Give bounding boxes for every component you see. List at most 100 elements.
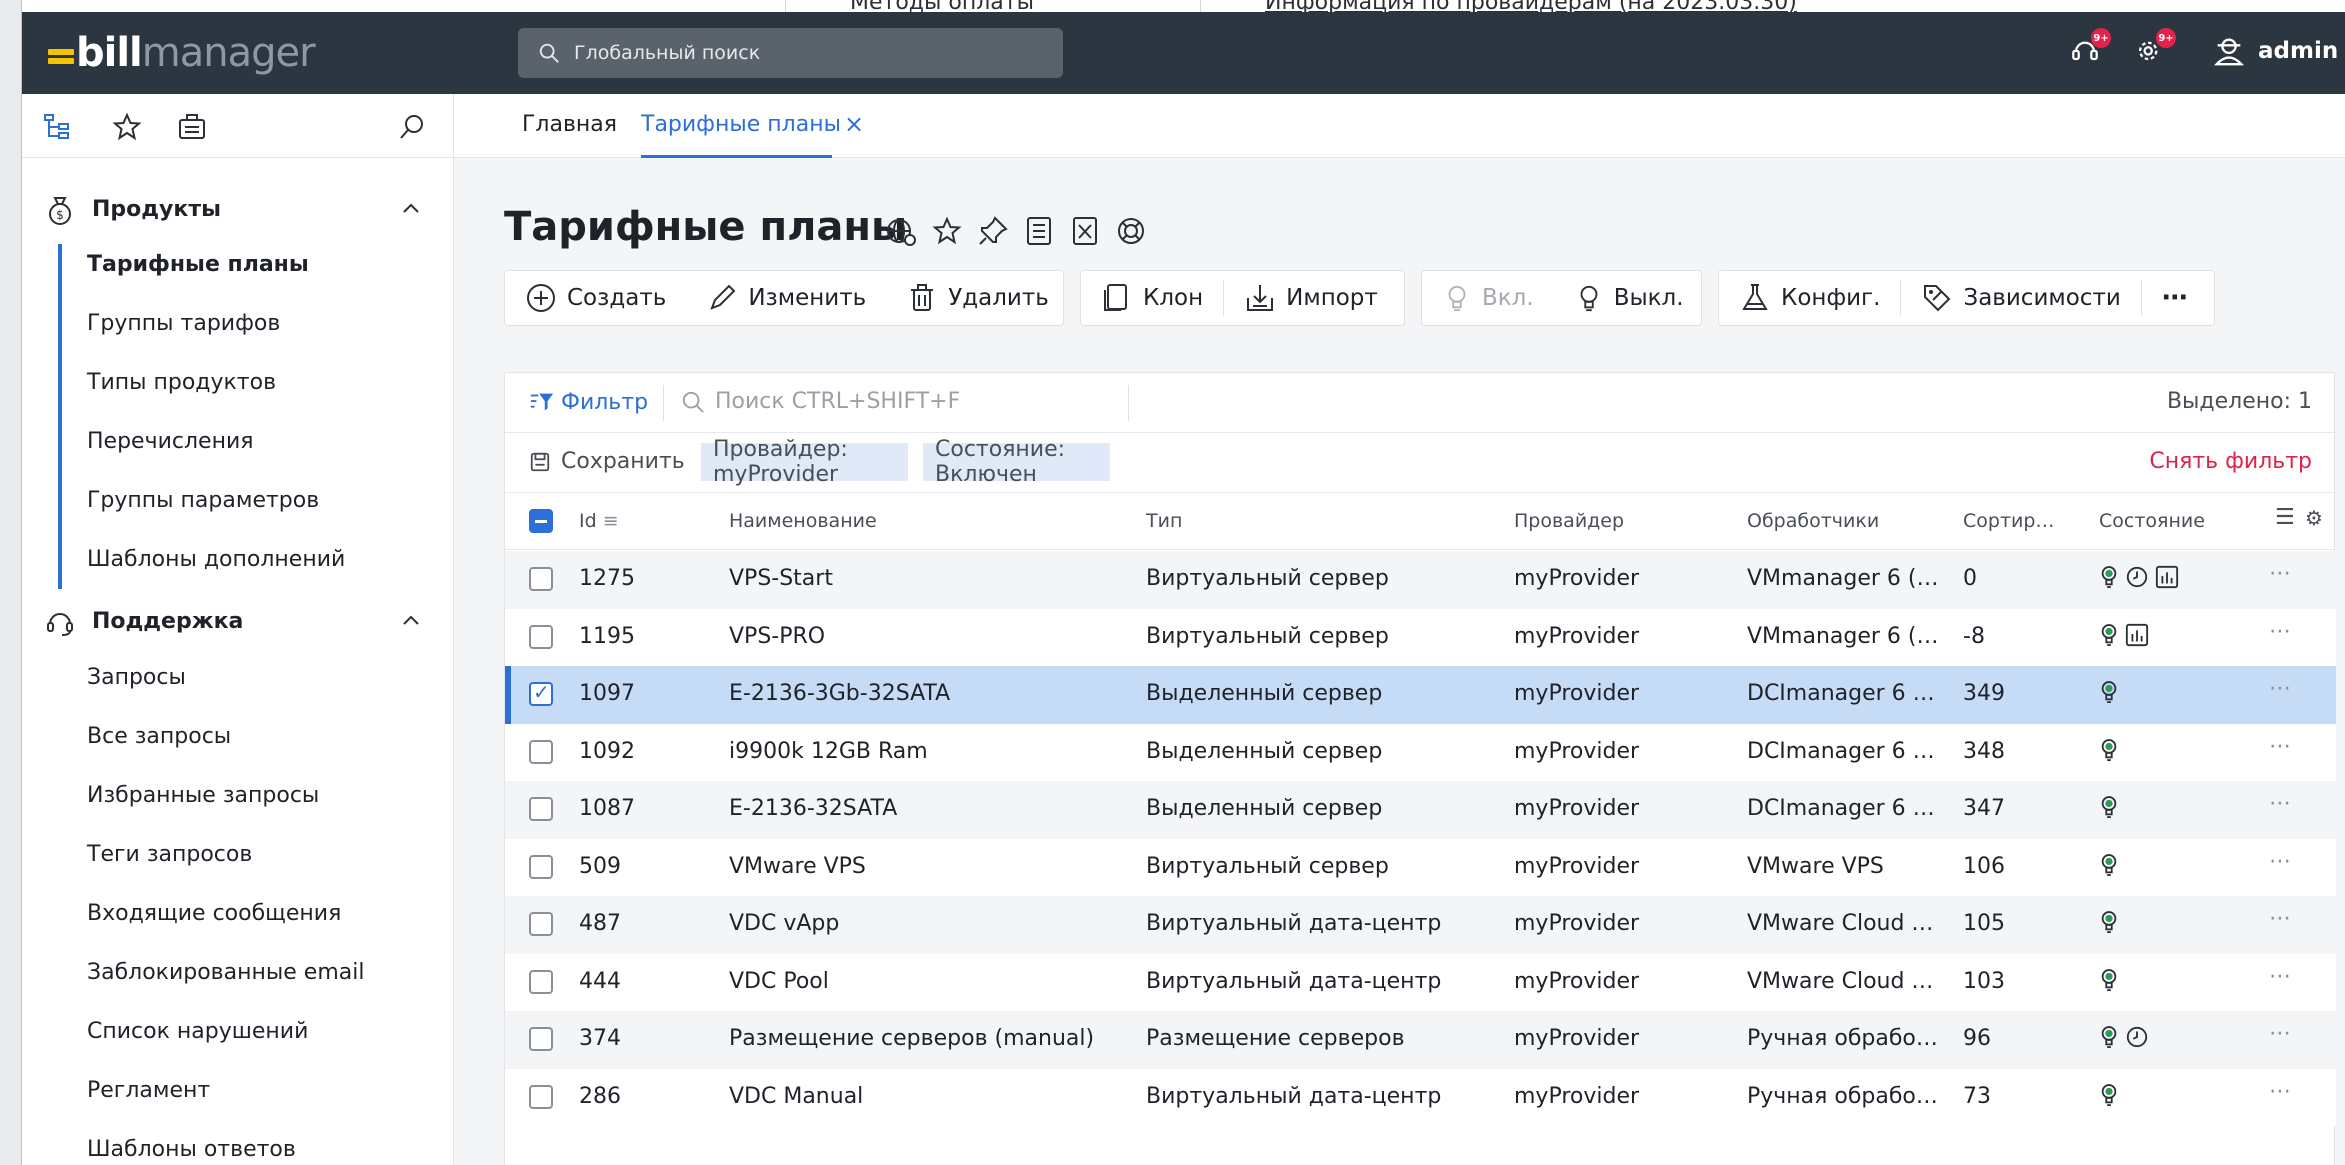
edit-button[interactable]: Изменить xyxy=(686,271,886,325)
row-checkbox[interactable] xyxy=(529,969,553,994)
global-search-input[interactable]: Глобальный поиск xyxy=(518,28,1063,78)
sidebar-item-addon-templates[interactable]: Шаблоны дополнений xyxy=(87,547,345,572)
row-menu-button[interactable]: ⋯ xyxy=(2269,964,2292,989)
sidebar-item-enumerations[interactable]: Перечисления xyxy=(87,429,253,454)
settings-gear-icon[interactable]: ⚙ xyxy=(2305,506,2323,530)
column-name[interactable]: Наименование xyxy=(729,510,877,532)
sidebar-section-products[interactable]: $ Продукты xyxy=(22,184,454,234)
row-checkbox[interactable] xyxy=(529,1027,553,1051)
sidebar-item-regulations[interactable]: Регламент xyxy=(87,1078,210,1103)
table-search-input[interactable]: Поиск CTRL+SHIFT+F xyxy=(681,389,960,414)
delete-button[interactable]: Удалить xyxy=(886,271,1069,325)
sidebar-item-all-requests[interactable]: Все запросы xyxy=(87,724,231,749)
row-menu-button[interactable]: ⋯ xyxy=(2269,619,2292,644)
column-handlers[interactable]: Обработчики xyxy=(1747,510,1879,532)
row-checkbox[interactable] xyxy=(529,854,553,879)
column-provider[interactable]: Провайдер xyxy=(1514,510,1624,532)
row-menu-button[interactable]: ⋯ xyxy=(2269,791,2292,816)
sidebar-item-tariff-plans[interactable]: Тарифные планы xyxy=(87,252,309,277)
pin-icon[interactable] xyxy=(976,214,1010,248)
sidebar-item-incoming-messages[interactable]: Входящие сообщения xyxy=(87,901,341,926)
filter-chip-state[interactable]: Состояние: Включен xyxy=(923,437,1110,487)
settings-notifications-icon[interactable]: 9+ xyxy=(2132,28,2176,72)
table-row[interactable]: 1275 VPS-Start Виртуальный сервер myProv… xyxy=(505,551,2336,609)
cell-id: 444 xyxy=(579,968,621,994)
row-menu-button[interactable]: ⋯ xyxy=(2269,1021,2292,1046)
reset-filter-link[interactable]: Снять фильтр xyxy=(2149,449,2312,474)
active-tab-underline xyxy=(641,155,832,158)
row-menu-button[interactable]: ⋯ xyxy=(2269,906,2292,931)
sidebar-section-support[interactable]: Поддержка xyxy=(22,596,454,646)
clock-icon xyxy=(2126,1026,2148,1048)
sidebar-item-product-types[interactable]: Типы продуктов xyxy=(87,370,276,395)
chevron-up-icon[interactable] xyxy=(400,610,422,632)
tab-tariff-plans[interactable]: Тарифные планы xyxy=(641,112,841,137)
sidebar-item-reply-templates[interactable]: Шаблоны ответов xyxy=(87,1137,296,1162)
config-button[interactable]: Конфиг. xyxy=(1719,271,1900,325)
cell-handler: VMmanager 6 (… xyxy=(1747,623,1939,649)
columns-menu-icon[interactable]: ☰ xyxy=(2275,505,2295,530)
table-row[interactable]: 1097 E-2136-3Gb-32SATA Выделенный сервер… xyxy=(505,666,2336,724)
table-row[interactable]: 1195 VPS-PRO Виртуальный сервер myProvid… xyxy=(505,608,2336,666)
row-checkbox[interactable] xyxy=(529,739,553,764)
logo[interactable]: bill manager xyxy=(48,30,316,76)
chevron-up-icon[interactable] xyxy=(400,198,422,220)
column-type[interactable]: Тип xyxy=(1146,510,1182,532)
filter-button[interactable]: Фильтр xyxy=(529,389,648,415)
globe-icon[interactable] xyxy=(884,214,918,248)
sidebar-item-violations[interactable]: Список нарушений xyxy=(87,1019,308,1044)
more-actions-button[interactable]: ⋯ xyxy=(2142,271,2208,325)
table-row[interactable]: 444 VDC Pool Виртуальный дата-центр myPr… xyxy=(505,953,2336,1011)
sidebar-item-tariff-groups[interactable]: Группы тарифов xyxy=(87,311,280,336)
row-checkbox[interactable] xyxy=(529,1084,553,1109)
table-row[interactable]: 509 VMware VPS Виртуальный сервер myProv… xyxy=(505,838,2336,896)
search-icon[interactable] xyxy=(397,112,427,142)
tree-menu-icon[interactable] xyxy=(42,112,72,142)
table-row[interactable]: 487 VDC vApp Виртуальный дата-центр myPr… xyxy=(505,896,2336,954)
row-menu-button[interactable]: ⋯ xyxy=(2269,676,2292,701)
table-row[interactable]: 1087 E-2136-32SATA Выделенный сервер myP… xyxy=(505,781,2336,839)
star-icon[interactable] xyxy=(930,214,964,248)
disable-button[interactable]: Выкл. xyxy=(1554,271,1704,325)
save-filter-button[interactable]: Сохранить xyxy=(529,449,685,474)
user-menu[interactable]: admin ⌄ xyxy=(2212,34,2345,68)
row-menu-button[interactable]: ⋯ xyxy=(2269,1079,2292,1104)
cell-type: Виртуальный сервер xyxy=(1146,623,1389,649)
table-row[interactable]: 286 VDC Manual Виртуальный дата-центр my… xyxy=(505,1068,2336,1126)
excel-export-icon[interactable] xyxy=(1068,214,1102,248)
row-menu-button[interactable]: ⋯ xyxy=(2269,561,2292,586)
import-button[interactable]: Импорт xyxy=(1224,271,1398,325)
row-checkbox[interactable] xyxy=(529,624,553,649)
row-menu-button[interactable]: ⋯ xyxy=(2269,734,2292,759)
row-checkbox[interactable] xyxy=(529,567,553,591)
support-notifications-icon[interactable]: 9+ xyxy=(2067,28,2111,72)
create-button[interactable]: Создать xyxy=(505,271,686,325)
enable-button[interactable]: Вкл. xyxy=(1422,271,1554,325)
row-checkbox[interactable] xyxy=(529,912,553,936)
column-sort[interactable]: Сортир… xyxy=(1963,510,2054,532)
column-id[interactable]: Id ≡ xyxy=(579,510,619,532)
row-checkbox[interactable] xyxy=(529,797,553,821)
document-icon[interactable] xyxy=(1022,214,1056,248)
help-lifebuoy-icon[interactable] xyxy=(1114,214,1148,248)
column-state[interactable]: Состояние xyxy=(2099,510,2205,532)
table-row[interactable]: 374 Размещение серверов (manual) Размеще… xyxy=(505,1011,2336,1069)
tab-close-button[interactable]: × xyxy=(844,110,864,138)
sidebar-item-requests[interactable]: Запросы xyxy=(87,665,186,690)
tab-home[interactable]: Главная xyxy=(522,112,617,137)
dependencies-button[interactable]: Зависимости xyxy=(1901,271,2140,325)
star-icon[interactable] xyxy=(112,112,142,142)
sidebar-item-request-tags[interactable]: Теги запросов xyxy=(87,842,252,867)
tab-bar: Главная Тарифные планы × xyxy=(454,94,2345,158)
sidebar-item-favorite-requests[interactable]: Избранные запросы xyxy=(87,783,319,808)
row-checkbox[interactable] xyxy=(529,680,553,706)
select-all-checkbox[interactable] xyxy=(529,509,553,533)
cell-provider: myProvider xyxy=(1514,738,1640,764)
table-row[interactable]: 1092 i9900k 12GB Ram Выделенный сервер m… xyxy=(505,723,2336,781)
sidebar-item-param-groups[interactable]: Группы параметров xyxy=(87,488,319,513)
filter-chip-provider[interactable]: Провайдер: myProvider xyxy=(701,437,908,487)
sidebar-item-blocked-email[interactable]: Заблокированные email xyxy=(87,960,364,985)
row-menu-button[interactable]: ⋯ xyxy=(2269,849,2292,874)
clone-button[interactable]: Клон xyxy=(1081,271,1223,325)
briefcase-icon[interactable] xyxy=(177,112,207,142)
